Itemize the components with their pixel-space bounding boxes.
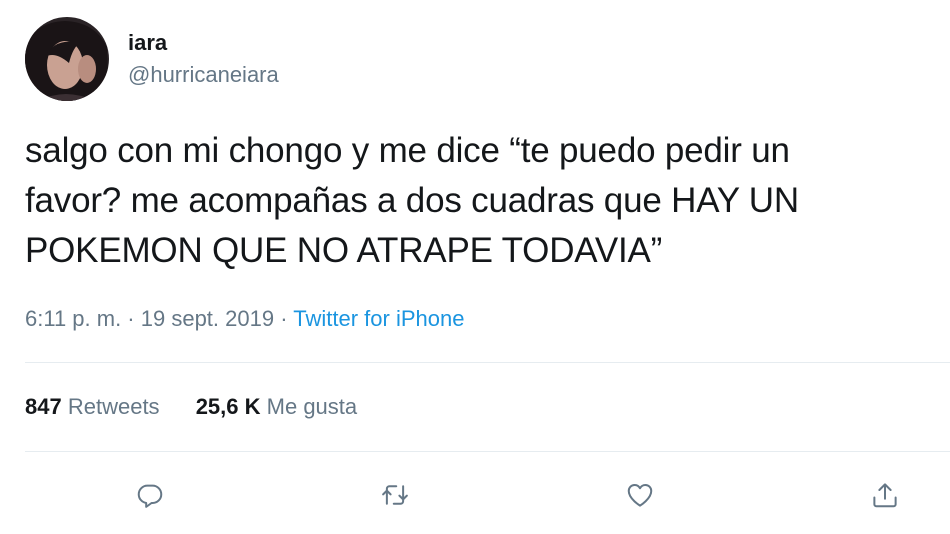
reply-button[interactable] <box>127 472 173 518</box>
action-bar <box>0 472 950 518</box>
retweet-icon <box>382 485 408 505</box>
display-name[interactable]: iara <box>128 30 167 56</box>
avatar[interactable] <box>25 17 109 101</box>
share-button[interactable] <box>862 472 908 518</box>
likes-label: Me gusta <box>266 394 358 419</box>
retweets-count: 847 <box>25 394 62 419</box>
share-icon <box>873 483 897 508</box>
tweet-timestamp[interactable]: 6:11 p. m. · 19 sept. 2019 <box>25 306 274 331</box>
tweet-source-link[interactable]: Twitter for iPhone <box>293 306 464 331</box>
tweet-text: salgo con mi chongo y me dice “te puedo … <box>25 126 940 276</box>
divider <box>25 362 950 363</box>
divider <box>25 451 950 452</box>
tweet-stats: 847 Retweets 25,6 K Me gusta <box>25 394 387 420</box>
reply-icon <box>137 484 163 508</box>
retweets-stat[interactable]: 847 Retweets <box>25 394 160 420</box>
avatar-photo <box>25 17 109 101</box>
heart-icon <box>627 484 653 507</box>
tweet-text-line: POKEMON QUE NO ATRAPE TODAVIA” <box>25 231 663 270</box>
retweet-button[interactable] <box>372 472 418 518</box>
likes-stat[interactable]: 25,6 K Me gusta <box>196 394 357 420</box>
meta-separator: · <box>280 306 294 331</box>
retweets-label: Retweets <box>67 394 160 419</box>
user-handle[interactable]: @hurricaneiara <box>128 62 279 88</box>
tweet-text-line: favor? me acompañas a dos cuadras que HA… <box>25 181 799 220</box>
likes-count: 25,6 K <box>195 394 261 419</box>
tweet-text-line: salgo con mi chongo y me dice “te puedo … <box>25 131 790 170</box>
tweet-meta: 6:11 p. m. · 19 sept. 2019 · Twitter for… <box>25 306 464 332</box>
like-button[interactable] <box>617 472 663 518</box>
